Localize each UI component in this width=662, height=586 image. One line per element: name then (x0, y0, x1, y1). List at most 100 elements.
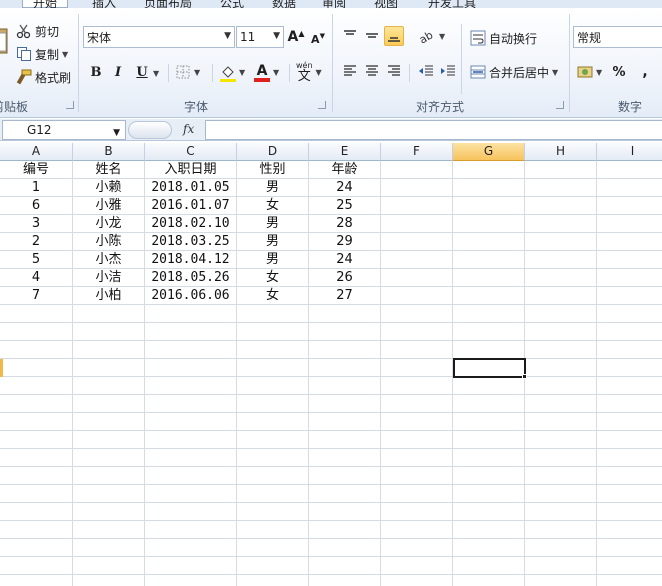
cell-a3[interactable]: 6 (0, 197, 73, 215)
cell-c15[interactable] (145, 413, 237, 431)
cell-g8[interactable] (453, 287, 525, 305)
cell-a1[interactable]: 编号 (0, 161, 73, 179)
wrap-text-button[interactable]: 自动换行 (470, 27, 537, 49)
bold-button[interactable]: B (86, 62, 106, 82)
number-format-combo[interactable]: 常规 (573, 26, 662, 48)
cell-a23[interactable] (0, 557, 73, 575)
cell-e3[interactable]: 25 (309, 197, 381, 215)
cell-b11[interactable] (73, 341, 145, 359)
cell-h4[interactable] (525, 215, 597, 233)
cell-b14[interactable] (73, 395, 145, 413)
cell-d2[interactable]: 男 (237, 179, 309, 197)
cell-i21[interactable] (597, 521, 662, 539)
cell-h11[interactable] (525, 341, 597, 359)
cell-d16[interactable] (237, 431, 309, 449)
cell-g6[interactable] (453, 251, 525, 269)
cell-e16[interactable] (309, 431, 381, 449)
cell-h2[interactable] (525, 179, 597, 197)
cell-i23[interactable] (597, 557, 662, 575)
format-painter-button[interactable]: 格式刷 (16, 66, 71, 88)
cell-i7[interactable] (597, 269, 662, 287)
cell-a10[interactable] (0, 323, 73, 341)
cell-i17[interactable] (597, 449, 662, 467)
cell-i10[interactable] (597, 323, 662, 341)
paste-button[interactable] (0, 22, 10, 54)
cell-a22[interactable] (0, 539, 73, 557)
cell-i9[interactable] (597, 305, 662, 323)
cell-d17[interactable] (237, 449, 309, 467)
cell-b21[interactable] (73, 521, 145, 539)
cell-e23[interactable] (309, 557, 381, 575)
cell-a2[interactable]: 1 (0, 179, 73, 197)
cell-c11[interactable] (145, 341, 237, 359)
cell-f12[interactable] (381, 359, 453, 377)
cell-d22[interactable] (237, 539, 309, 557)
alignment-launcher-icon[interactable] (556, 101, 564, 109)
cell-d18[interactable] (237, 467, 309, 485)
cell-c20[interactable] (145, 503, 237, 521)
column-header-g[interactable]: G (453, 143, 525, 161)
cell-c4[interactable]: 2018.02.10 (145, 215, 237, 233)
cell-h5[interactable] (525, 233, 597, 251)
cell-g5[interactable] (453, 233, 525, 251)
cell-e15[interactable] (309, 413, 381, 431)
cell-a19[interactable] (0, 485, 73, 503)
cell-f3[interactable] (381, 197, 453, 215)
cell-g9[interactable] (453, 305, 525, 323)
cell-g21[interactable] (453, 521, 525, 539)
cell-f15[interactable] (381, 413, 453, 431)
cell-h23[interactable] (525, 557, 597, 575)
cell-f6[interactable] (381, 251, 453, 269)
cell-f13[interactable] (381, 377, 453, 395)
borders-button[interactable]: ▼ (175, 61, 200, 83)
cell-h17[interactable] (525, 449, 597, 467)
cell-d21[interactable] (237, 521, 309, 539)
cell-b6[interactable]: 小杰 (73, 251, 145, 269)
formula-bar-resize-handle[interactable] (128, 121, 172, 139)
cell-a17[interactable] (0, 449, 73, 467)
cell-a9[interactable] (0, 305, 73, 323)
cell-b4[interactable]: 小龙 (73, 215, 145, 233)
align-right-button[interactable] (384, 61, 404, 81)
formula-input[interactable] (205, 120, 662, 140)
column-header-f[interactable]: F (381, 143, 453, 161)
cell-f19[interactable] (381, 485, 453, 503)
accounting-format-button[interactable]: ▼ (577, 61, 602, 83)
font-color-button[interactable]: A ▼ (254, 61, 279, 83)
align-middle-button[interactable] (362, 26, 382, 46)
align-top-button[interactable] (340, 26, 360, 46)
copy-dropdown-icon[interactable]: ▼ (62, 50, 68, 59)
cell-d20[interactable] (237, 503, 309, 521)
cell-e1[interactable]: 年龄 (309, 161, 381, 179)
column-header-i[interactable]: I (597, 143, 662, 161)
underline-dropdown-icon[interactable]: ▼ (153, 69, 159, 78)
cell-h1[interactable] (525, 161, 597, 179)
cell-c17[interactable] (145, 449, 237, 467)
cell-a4[interactable]: 3 (0, 215, 73, 233)
cell-h10[interactable] (525, 323, 597, 341)
cell-g3[interactable] (453, 197, 525, 215)
cell-f17[interactable] (381, 449, 453, 467)
cell-d13[interactable] (237, 377, 309, 395)
cell-i5[interactable] (597, 233, 662, 251)
cell-b24[interactable] (73, 575, 145, 586)
cell-d7[interactable]: 女 (237, 269, 309, 287)
cell-f11[interactable] (381, 341, 453, 359)
cell-f9[interactable] (381, 305, 453, 323)
tab-data[interactable]: 数据 (272, 0, 296, 8)
cell-d1[interactable]: 性别 (237, 161, 309, 179)
cell-e2[interactable]: 24 (309, 179, 381, 197)
cell-b19[interactable] (73, 485, 145, 503)
cell-b7[interactable]: 小洁 (73, 269, 145, 287)
cell-d14[interactable] (237, 395, 309, 413)
cell-i19[interactable] (597, 485, 662, 503)
cell-f23[interactable] (381, 557, 453, 575)
cell-c8[interactable]: 2016.06.06 (145, 287, 237, 305)
cell-b20[interactable] (73, 503, 145, 521)
cell-a6[interactable]: 5 (0, 251, 73, 269)
cell-g24[interactable] (453, 575, 525, 586)
cell-b22[interactable] (73, 539, 145, 557)
tab-view[interactable]: 视图 (374, 0, 398, 8)
cell-c16[interactable] (145, 431, 237, 449)
cell-i22[interactable] (597, 539, 662, 557)
